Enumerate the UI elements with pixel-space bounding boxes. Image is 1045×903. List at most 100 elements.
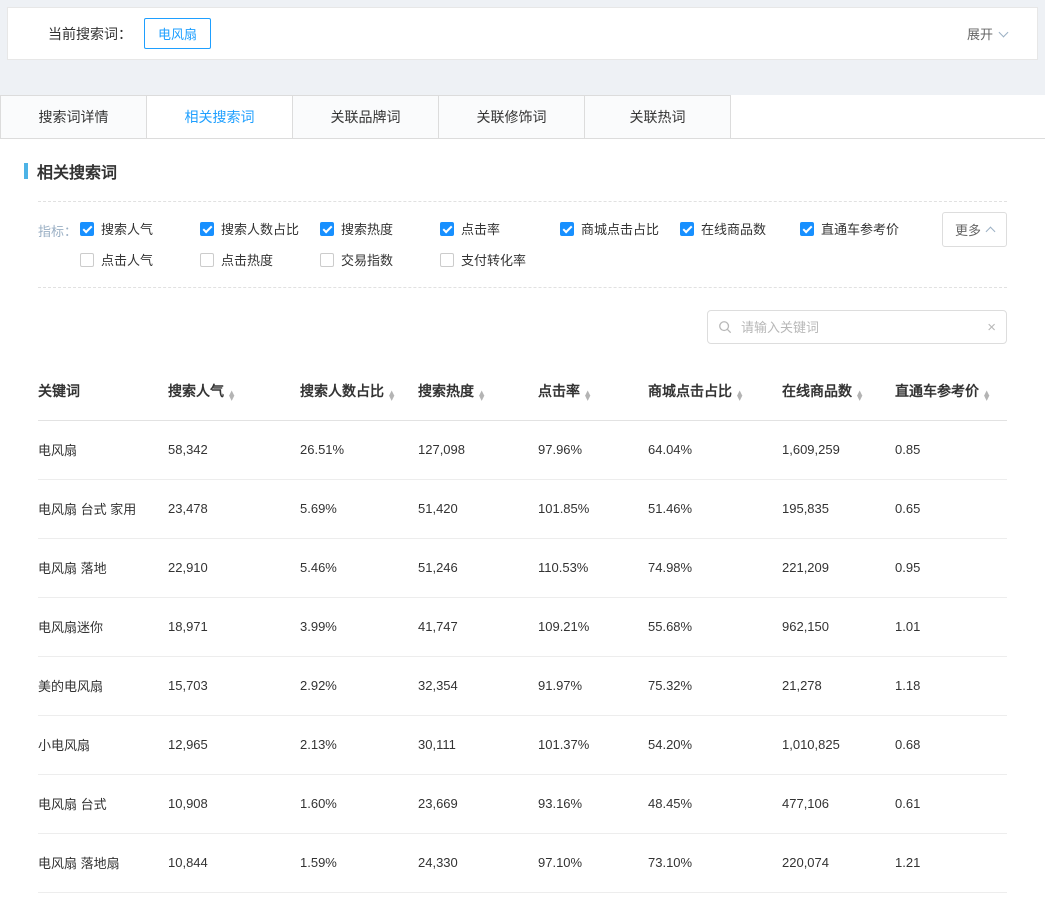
table-row: 美的电风扇15,7032.92%32,35491.97%75.32%21,278… [38, 657, 1007, 716]
value-cell: 101.37% [538, 716, 648, 775]
section-title-text: 相关搜索词 [37, 159, 117, 183]
column-header[interactable]: 在线商品数 ▲▼ [782, 360, 895, 421]
value-cell: 5.46% [300, 539, 418, 598]
checked-checkbox-icon[interactable] [320, 222, 334, 236]
checked-checkbox-icon[interactable] [680, 222, 694, 236]
sort-icon[interactable]: ▲▼ [737, 391, 742, 401]
metric-label: 搜索热度 [341, 219, 393, 238]
metric-checkbox[interactable]: 点击率 [440, 219, 560, 238]
metric-checkbox[interactable]: 直通车参考价 [800, 219, 920, 238]
value-cell: 127,098 [418, 421, 538, 480]
chevron-up-icon [986, 226, 996, 236]
chevron-down-icon [999, 27, 1009, 37]
column-header-label: 在线商品数 [782, 383, 852, 399]
keyword-link[interactable]: 电风扇 落地 [38, 539, 168, 598]
column-header[interactable]: 搜索热度▲▼ [418, 360, 538, 421]
value-cell: 221,209 [782, 539, 895, 598]
value-cell: 195,835 [782, 480, 895, 539]
metric-checkbox[interactable]: 点击热度 [200, 250, 320, 269]
title-accent-bar [24, 163, 28, 179]
table-row: 电风扇 落地扇10,8441.59%24,33097.10%73.10%220,… [38, 834, 1007, 893]
value-cell: 220,074 [782, 834, 895, 893]
sort-icon[interactable]: ▲▼ [389, 391, 394, 401]
table-row: 小电风扇12,9652.13%30,111101.37%54.20%1,010,… [38, 716, 1007, 775]
unchecked-checkbox-icon[interactable] [200, 253, 214, 267]
sort-icon[interactable]: ▲▼ [857, 391, 862, 401]
metric-checkbox[interactable]: 搜索人数占比 [200, 219, 320, 238]
value-cell: 110.53% [538, 539, 648, 598]
metric-label: 点击率 [461, 219, 500, 238]
metric-label: 点击人气 [101, 250, 153, 269]
value-cell: 1.18 [895, 657, 1007, 716]
checked-checkbox-icon[interactable] [800, 222, 814, 236]
table-row: 电风扇 台式 家用23,4785.69%51,420101.85%51.46%1… [38, 480, 1007, 539]
value-cell: 73.10% [648, 834, 782, 893]
value-cell: 24,330 [418, 834, 538, 893]
checked-checkbox-icon[interactable] [80, 222, 94, 236]
value-cell: 15,703 [168, 657, 300, 716]
metric-checkbox[interactable]: 商城点击占比 [560, 219, 680, 238]
value-cell: 0.65 [895, 480, 1007, 539]
clear-icon[interactable]: × [987, 320, 996, 335]
value-cell: 55.68% [648, 598, 782, 657]
metric-checkbox[interactable]: 点击人气 [80, 250, 200, 269]
expand-label: 展开 [967, 24, 993, 43]
checked-checkbox-icon[interactable] [440, 222, 454, 236]
column-header[interactable]: 搜索人气 ▲▼ [168, 360, 300, 421]
column-header[interactable]: 直通车参考价▲▼ [895, 360, 1007, 421]
metric-label: 交易指数 [341, 250, 393, 269]
checked-checkbox-icon[interactable] [560, 222, 574, 236]
metric-checkbox[interactable]: 搜索人气 [80, 219, 200, 238]
value-cell: 1,010,825 [782, 716, 895, 775]
value-cell: 0.61 [895, 775, 1007, 834]
value-cell: 1.60% [300, 775, 418, 834]
tab-3[interactable]: 关联品牌词 [292, 95, 439, 138]
checked-checkbox-icon[interactable] [200, 222, 214, 236]
value-cell: 22,910 [168, 539, 300, 598]
column-header[interactable]: 搜索人数占比▲▼ [300, 360, 418, 421]
tab-5[interactable]: 关联热词 [584, 95, 731, 138]
expand-toggle[interactable]: 展开 [967, 24, 1007, 43]
keyword-link[interactable]: 美的电风扇 [38, 657, 168, 716]
more-button[interactable]: 更多 [942, 212, 1007, 247]
metrics-row-1: 搜索人气搜索人数占比 搜索热度 点击率 商城点击占比在线商品数直通车参考价 [80, 219, 1007, 238]
sort-icon[interactable]: ▲▼ [479, 391, 484, 401]
value-cell: 26.51% [300, 421, 418, 480]
table-row: 电风扇迷你18,9713.99%41,747109.21%55.68%962,1… [38, 598, 1007, 657]
keyword-link[interactable]: 电风扇 落地扇 [38, 834, 168, 893]
search-input[interactable] [739, 319, 987, 336]
keyword-cell: 电风扇 [38, 421, 168, 480]
value-cell: 97.10% [538, 834, 648, 893]
metrics-rows: 搜索人气搜索人数占比搜索热度点击率商城点击占比在线商品数直通车参考价 点击人气点… [80, 219, 1007, 281]
value-cell: 3.99% [300, 598, 418, 657]
metric-checkbox[interactable]: 在线商品数 [680, 219, 800, 238]
keyword-link[interactable]: 电风扇 台式 [38, 775, 168, 834]
sort-icon[interactable]: ▲▼ [585, 391, 590, 401]
value-cell: 101.85% [538, 480, 648, 539]
unchecked-checkbox-icon[interactable] [80, 253, 94, 267]
metric-label: 支付转化率 [461, 250, 526, 269]
keyword-link[interactable]: 电风扇 台式 家用 [38, 480, 168, 539]
column-header[interactable]: 商城点击占比▲▼ [648, 360, 782, 421]
metric-checkbox[interactable]: 支付转化率 [440, 250, 560, 269]
tab-4[interactable]: 关联修饰词 [438, 95, 585, 138]
tab-1[interactable]: 搜索词详情 [0, 95, 147, 138]
tab-2[interactable]: 相关搜索词 [146, 95, 293, 138]
metrics-row-2: 点击人气 点击热度 交易指数 支付转化率 [80, 250, 1007, 269]
current-term-tag[interactable]: 电风扇 [144, 18, 211, 49]
unchecked-checkbox-icon[interactable] [440, 253, 454, 267]
metrics-label: 指标： [38, 219, 80, 281]
metric-checkbox[interactable]: 交易指数 [320, 250, 440, 269]
keyword-link[interactable]: 电风扇迷你 [38, 598, 168, 657]
unchecked-checkbox-icon[interactable] [320, 253, 334, 267]
sort-icon[interactable]: ▲▼ [984, 391, 989, 401]
value-cell: 23,669 [418, 775, 538, 834]
column-header[interactable]: 点击率▲▼ [538, 360, 648, 421]
metric-checkbox[interactable]: 搜索热度 [320, 219, 440, 238]
value-cell: 2.13% [300, 716, 418, 775]
sort-icon[interactable]: ▲▼ [229, 391, 234, 401]
value-cell: 5.69% [300, 480, 418, 539]
keyword-link[interactable]: 小电风扇 [38, 716, 168, 775]
table-row: 电风扇 台式10,9081.60%23,66993.16%48.45%477,1… [38, 775, 1007, 834]
column-header-label: 搜索人气 [168, 383, 224, 399]
